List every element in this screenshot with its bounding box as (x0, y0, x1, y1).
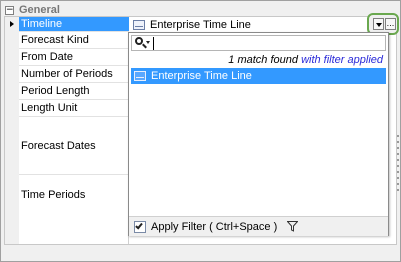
property-row-period-length[interactable]: Period Length (19, 83, 129, 100)
more-button[interactable]: ... (385, 18, 396, 30)
element-picker-popup: 1 match found with filter applied Enterp… (128, 32, 389, 236)
timeline-value-text: Enterprise Time Line (150, 18, 251, 31)
property-row-from-date[interactable]: From Date (19, 49, 129, 66)
section-title: General (19, 4, 60, 16)
apply-filter-checkbox[interactable] (134, 220, 146, 233)
property-labels: Timeline Forecast Kind From Date Number … (19, 17, 129, 244)
property-row-forecast-kind[interactable]: Forecast Kind (19, 32, 129, 49)
property-label: Timeline (21, 18, 63, 30)
apply-filter-label[interactable]: Apply Filter ( Ctrl+Space ) (151, 221, 277, 233)
list-item[interactable]: Enterprise Time Line (131, 68, 386, 84)
property-label: From Date (21, 51, 73, 63)
property-row-timeline[interactable]: Timeline (19, 17, 129, 32)
property-row-number-of-periods[interactable]: Number of Periods (19, 66, 129, 83)
property-label: Period Length (21, 85, 90, 97)
property-label: Forecast Kind (21, 34, 89, 46)
checkmark-icon (135, 221, 143, 229)
properties-panel: − General Timeline Forecast Kind From Da… (0, 0, 401, 262)
property-row-time-periods[interactable]: Time Periods (19, 175, 129, 215)
funnel-icon[interactable] (287, 221, 299, 232)
match-count-text: 1 match found (228, 54, 298, 66)
property-label: Number of Periods (21, 68, 113, 80)
search-box[interactable] (131, 35, 386, 51)
popup-footer: Apply Filter ( Ctrl+Space ) (129, 216, 388, 236)
result-list: Enterprise Time Line (131, 68, 386, 216)
property-row-forecast-dates[interactable]: Forecast Dates (19, 117, 129, 175)
current-row-icon (10, 21, 14, 27)
search-input[interactable] (153, 36, 373, 50)
property-label: Forecast Dates (21, 139, 96, 152)
search-icon[interactable] (134, 36, 150, 50)
dropdown-button[interactable] (373, 18, 384, 30)
grid-splitter[interactable] (397, 135, 400, 195)
timeline-entity-icon (134, 71, 146, 81)
timeline-entity-icon (133, 19, 145, 30)
row-gutter (5, 17, 19, 244)
property-label: Length Unit (21, 102, 78, 114)
collapse-icon[interactable]: − (5, 5, 14, 15)
match-info: 1 match found with filter applied (228, 54, 383, 66)
chevron-down-icon (376, 23, 382, 27)
property-label: Time Periods (21, 189, 86, 201)
timeline-value[interactable]: Enterprise Time Line (130, 17, 396, 32)
result-item-label: Enterprise Time Line (151, 70, 252, 82)
property-row-length-unit[interactable]: Length Unit (19, 100, 129, 117)
filter-applied-text: with filter applied (301, 54, 383, 66)
section-header-general[interactable]: − General (5, 3, 60, 17)
